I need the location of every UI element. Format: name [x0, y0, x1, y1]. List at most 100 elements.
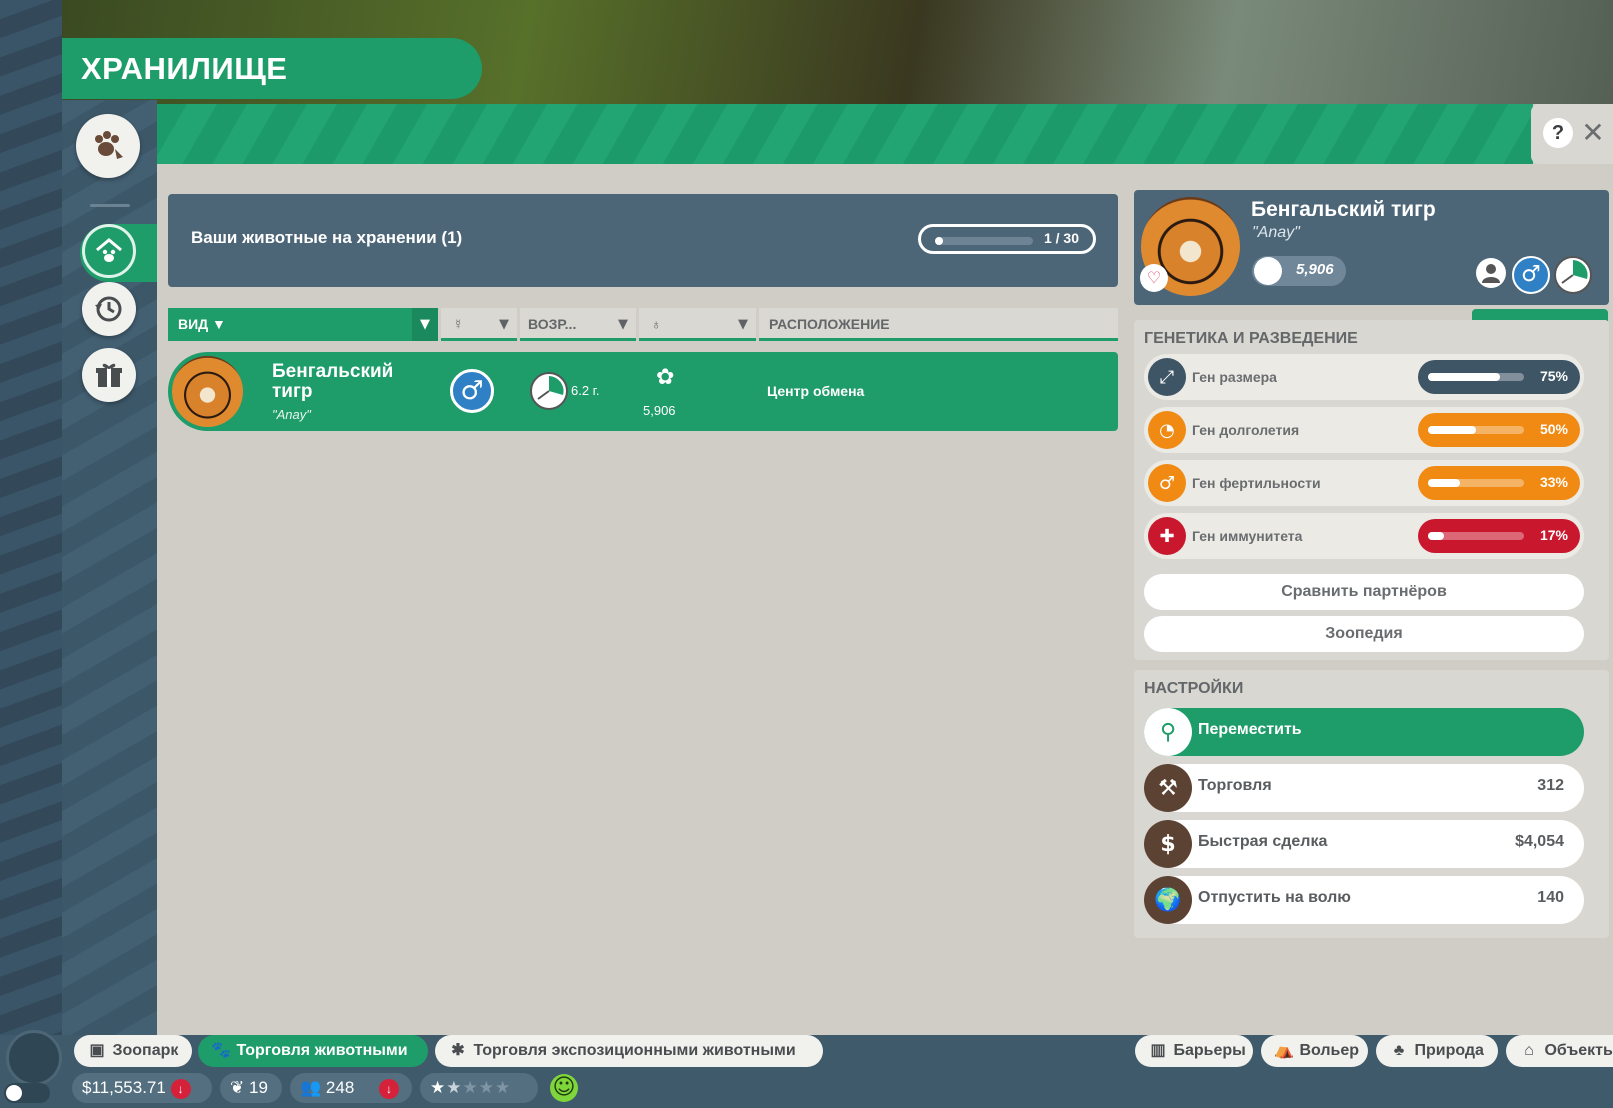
trend-down-icon: ↓: [379, 1078, 400, 1099]
happiness-face-icon[interactable]: ☺: [550, 1074, 578, 1102]
habitat-icon: ⛺: [1274, 1042, 1294, 1059]
person-icon: [1476, 258, 1506, 288]
gene-label: Ген размера: [1192, 369, 1277, 385]
gene-bar: 17%: [1418, 519, 1580, 553]
tab-objects[interactable]: ⌂ Объекты: [1506, 1035, 1613, 1067]
money-stat[interactable]: $11,553.71 ↓: [72, 1073, 212, 1103]
option-icon: ⚒: [1144, 764, 1192, 812]
star-icon: ★: [495, 1078, 512, 1097]
gene-row[interactable]: ◔ Ген долголетия 50%: [1144, 407, 1584, 453]
zoopedia-button[interactable]: Зоопедия: [1144, 616, 1584, 652]
conservation-stat[interactable]: ❦ 19: [220, 1073, 282, 1103]
rail-history-button[interactable]: [82, 282, 136, 336]
adult-age-icon[interactable]: [1554, 256, 1592, 294]
conservation-value: 19: [248, 1078, 268, 1097]
option-label: Переместить: [1198, 721, 1302, 738]
tab-barriers[interactable]: ▥ Барьеры: [1135, 1035, 1253, 1067]
paw-home-icon: [96, 238, 122, 262]
rail-separator: [90, 204, 130, 207]
tab-barriers-label: Барьеры: [1173, 1042, 1246, 1059]
rail-paw-pin-button[interactable]: [76, 114, 140, 178]
tab-habitat[interactable]: ⛺ Вольер: [1261, 1035, 1368, 1067]
option-row[interactable]: 🌍 Отпустить на волю 140: [1144, 876, 1584, 924]
mode-toggle[interactable]: [4, 1083, 50, 1103]
money-value: $11,553.71: [82, 1078, 166, 1097]
filter-row: ВИД ▼ ▼ ☿ ▼ ВОЗР... ▼ ♁ ▼ РАСПОЛОЖЕНИЕ: [168, 308, 1118, 344]
gene-track: [1428, 479, 1524, 487]
filter-species[interactable]: ВИД ▼: [168, 308, 438, 341]
rating-stat[interactable]: ★★★★★: [420, 1073, 538, 1103]
score-filter-icon[interactable]: ▼: [730, 308, 756, 341]
gene-row[interactable]: ⤢ Ген размера 75%: [1144, 354, 1584, 400]
species-filter-icon[interactable]: ▼: [412, 308, 438, 341]
gene-fill: [1428, 373, 1500, 381]
option-label: Отпустить на волю: [1198, 889, 1351, 906]
side-rail: [62, 100, 157, 1035]
option-row[interactable]: $ Быстрая сделка $4,054: [1144, 820, 1584, 868]
option-value: 312: [1537, 777, 1564, 794]
filter-location[interactable]: РАСПОЛОЖЕНИЕ: [759, 308, 1118, 341]
score-ribbon-icon: ♁: [651, 316, 662, 332]
favorite-heart-icon[interactable]: ♡: [1140, 264, 1168, 292]
option-icon: $: [1144, 820, 1192, 868]
star-rating: ★★★★★: [430, 1078, 511, 1097]
age-filter-icon[interactable]: ▼: [610, 308, 636, 341]
gene-bar: 33%: [1418, 466, 1580, 500]
star-icon: ★: [462, 1078, 479, 1097]
star-icon: ★: [478, 1078, 495, 1097]
animal-detail-card: ♡ Бенгальский тигр "Anay" 5,906 ♂: [1134, 190, 1609, 305]
fence-icon: ▥: [1150, 1042, 1166, 1059]
camera-mode-icon[interactable]: [6, 1030, 62, 1086]
animal-age: 6.2 г.: [571, 383, 600, 398]
guests-value: 248: [325, 1078, 355, 1097]
window-header: [157, 104, 1533, 164]
tab-nature[interactable]: ♣ Природа: [1376, 1035, 1498, 1067]
gene-label: Ген долголетия: [1192, 422, 1300, 438]
building-icon: ⌂: [1524, 1042, 1534, 1059]
sex-filter-icon[interactable]: ▼: [491, 308, 517, 341]
help-button[interactable]: ?: [1543, 118, 1573, 148]
option-label: Быстрая сделка: [1198, 833, 1328, 850]
option-icon: ⚲: [1144, 708, 1192, 756]
detail-nickname: "Anay": [1252, 224, 1300, 241]
tab-zoo[interactable]: ▣ Зоопарк: [74, 1035, 192, 1067]
compare-partners-button[interactable]: Сравнить партнёров: [1144, 574, 1584, 610]
tab-exhibit-trade-label: Торговля экспозиционными животными: [473, 1042, 796, 1059]
tab-exhibit-trade[interactable]: ✱ Торговля экспозиционными животными: [435, 1035, 823, 1067]
gene-row[interactable]: ✚ Ген иммунитета 17%: [1144, 513, 1584, 559]
rail-gift-button[interactable]: [82, 348, 136, 402]
settings-title: НАСТРОЙКИ: [1144, 680, 1244, 697]
genetics-title: ГЕНЕТИКА И РАЗВЕДЕНИЕ: [1144, 330, 1358, 347]
paw-pin-icon: [95, 131, 123, 159]
animal-row[interactable]: Бенгальский тигр "Anay" ♂ 6.2 г. ✿ 5,906…: [168, 352, 1118, 431]
tab-animal-trade-label: Торговля животными: [236, 1042, 408, 1059]
help-close-box: ? ✕: [1531, 104, 1613, 164]
bug-icon: ✱: [451, 1042, 465, 1059]
gene-icon: ✚: [1148, 517, 1186, 555]
tree-icon: ♣: [1393, 1042, 1405, 1059]
tab-zoo-label: Зоопарк: [112, 1042, 179, 1059]
option-label: Торговля: [1198, 777, 1272, 794]
guests-icon: 👥: [300, 1078, 322, 1097]
rail-storage-button[interactable]: [82, 224, 136, 278]
score-ribbon-icon: ✿: [656, 364, 675, 389]
gene-track: [1428, 532, 1524, 540]
gene-track: [1428, 426, 1524, 434]
filter-species-label: ВИД ▼: [178, 316, 226, 332]
tab-animal-trade[interactable]: 🐾 Торговля животными: [198, 1035, 428, 1067]
guests-stat[interactable]: 👥 248 ↓: [290, 1073, 412, 1103]
score-pill: 5,906: [1252, 256, 1346, 286]
genetics-section: ГЕНЕТИКА И РАЗВЕДЕНИЕ ⤢ Ген размера 75% ◔ Ге…: [1134, 320, 1609, 660]
tab-nature-label: Природа: [1414, 1042, 1484, 1059]
option-row[interactable]: ⚒ Торговля 312: [1144, 764, 1584, 812]
storage-title: Ваши животные на хранении (1): [191, 228, 463, 247]
tiger-avatar: [172, 356, 243, 427]
gene-fill: [1428, 479, 1460, 487]
gene-icon: ◔: [1148, 411, 1186, 449]
option-row[interactable]: ⚲ Переместить: [1144, 708, 1584, 756]
gene-icon: ⤢: [1148, 358, 1186, 396]
close-button[interactable]: ✕: [1581, 116, 1605, 150]
gene-track: [1428, 373, 1524, 381]
capacity-indicator: 1 / 30: [918, 224, 1096, 254]
gene-row[interactable]: ♂ Ген фертильности 33%: [1144, 460, 1584, 506]
